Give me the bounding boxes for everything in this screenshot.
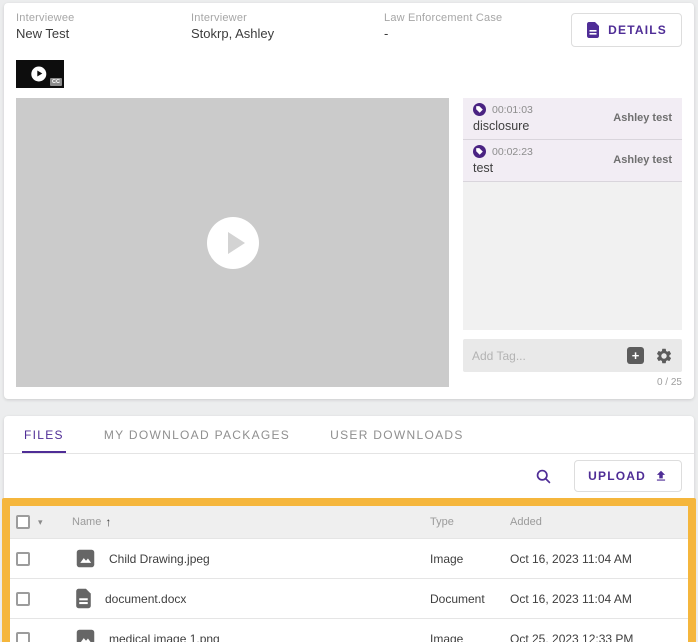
document-icon: [76, 588, 91, 609]
column-header-added[interactable]: Added: [510, 516, 688, 528]
column-header-name[interactable]: Name ↑: [66, 515, 430, 529]
field-law-enforcement-case: Law Enforcement Case -: [384, 12, 571, 41]
gear-icon[interactable]: [655, 347, 673, 365]
play-icon: [227, 231, 245, 254]
image-icon: [76, 549, 95, 568]
file-added: Oct 16, 2023 11:04 AM: [510, 551, 632, 566]
search-icon[interactable]: [535, 468, 552, 485]
row-checkbox[interactable]: [16, 631, 30, 642]
player-row: 00:01:03 disclosure Ashley test 00:02:23…: [4, 98, 694, 388]
file-type: Image: [430, 631, 464, 642]
table-row[interactable]: document.docx Document Oct 16, 2023 11:0…: [10, 578, 688, 618]
tag-author: Ashley test: [613, 112, 672, 124]
details-button-label: DETAILS: [608, 23, 667, 37]
row-checkbox[interactable]: [16, 591, 30, 606]
tag-author: Ashley test: [613, 154, 672, 166]
interviewer-label: Interviewer: [191, 12, 247, 24]
tab-files[interactable]: FILES: [22, 416, 66, 453]
upload-arrow-icon: [656, 470, 666, 481]
upload-button-label: UPLOAD: [588, 469, 646, 483]
video-player[interactable]: [16, 98, 449, 387]
upload-button[interactable]: UPLOAD: [574, 460, 682, 492]
play-button[interactable]: [206, 216, 259, 269]
file-added: Oct 25, 2023 12:33 PM: [510, 631, 634, 642]
tag-icon: [473, 145, 486, 158]
tabs: FILES MY DOWNLOAD PACKAGES USER DOWNLOAD…: [4, 416, 694, 454]
field-interviewer: Interviewer Stokrp, Ashley: [191, 12, 384, 41]
image-icon: [76, 629, 95, 642]
law-enforcement-case-value: -: [384, 26, 389, 41]
tag-item[interactable]: 00:02:23 test Ashley test: [463, 140, 682, 182]
chevron-down-icon[interactable]: ▾: [38, 517, 43, 528]
select-all-checkbox[interactable]: [16, 515, 30, 529]
tab-my-download-packages[interactable]: MY DOWNLOAD PACKAGES: [102, 416, 292, 453]
sort-ascending-icon: ↑: [105, 515, 112, 529]
interviewee-value: New Test: [16, 26, 70, 41]
file-name: Child Drawing.jpeg: [109, 551, 210, 566]
interviewer-value: Stokrp, Ashley: [191, 26, 275, 41]
files-table-highlight: ▾ Name ↑ Type Added Child Drawing.jpeg I…: [2, 498, 696, 642]
files-panel: FILES MY DOWNLOAD PACKAGES USER DOWNLOAD…: [2, 416, 696, 642]
interview-meta-row: Interviewee New Test Interviewer Stokrp,…: [4, 3, 694, 53]
tags-panel: 00:01:03 disclosure Ashley test 00:02:23…: [463, 98, 682, 388]
interview-panel: Interviewee New Test Interviewer Stokrp,…: [4, 3, 694, 399]
file-type: Image: [430, 551, 464, 566]
tag-timestamp: 00:01:03: [492, 103, 533, 116]
interviewee-label: Interviewee: [16, 12, 75, 24]
tag-item[interactable]: 00:01:03 disclosure Ashley test: [463, 98, 682, 140]
file-name: document.docx: [105, 591, 187, 606]
law-enforcement-case-label: Law Enforcement Case: [384, 12, 503, 24]
tag-name: disclosure: [473, 119, 530, 133]
file-name: medical image 1.png: [109, 631, 220, 642]
tag-name: test: [473, 161, 494, 175]
file-type: Document: [430, 591, 485, 606]
document-icon: [587, 22, 600, 38]
table-header-row: ▾ Name ↑ Type Added: [10, 506, 688, 538]
tag-timestamp: 00:02:23: [492, 145, 533, 158]
play-icon: [31, 66, 47, 82]
tag-icon: [473, 103, 486, 116]
row-checkbox[interactable]: [16, 551, 30, 566]
add-tag-input[interactable]: [472, 348, 627, 363]
file-added: Oct 16, 2023 11:04 AM: [510, 591, 632, 606]
add-tag-bar: +: [463, 339, 682, 372]
column-header-type[interactable]: Type: [430, 516, 510, 528]
field-interviewee: Interviewee New Test: [16, 12, 191, 41]
video-thumbnail[interactable]: CC: [16, 60, 64, 88]
tag-list: 00:01:03 disclosure Ashley test 00:02:23…: [463, 98, 682, 330]
tab-user-downloads[interactable]: USER DOWNLOADS: [328, 416, 466, 453]
details-button[interactable]: DETAILS: [571, 13, 682, 47]
cc-badge: CC: [50, 78, 62, 86]
table-row[interactable]: medical image 1.png Image Oct 25, 2023 1…: [10, 618, 688, 642]
add-tag-button[interactable]: +: [627, 347, 644, 364]
files-toolbar: UPLOAD: [4, 454, 694, 498]
table-row[interactable]: Child Drawing.jpeg Image Oct 16, 2023 11…: [10, 538, 688, 578]
tag-counter: 0 / 25: [656, 377, 682, 388]
